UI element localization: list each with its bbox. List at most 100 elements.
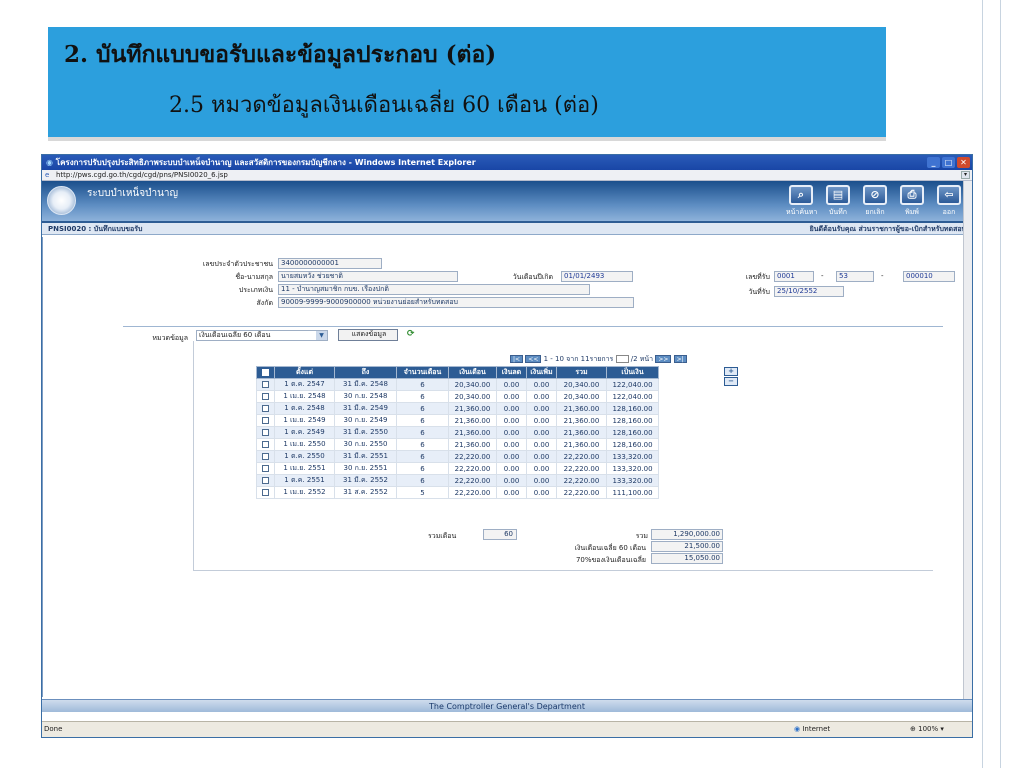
table-cell: 111,100.00 [606,486,659,499]
page-number-input[interactable] [615,355,629,363]
table-row[interactable]: 1 เม.ย. 2548 30 ก.ย. 2548 6 20,340.00 0.00 0.… [256,390,659,403]
address-bar[interactable]: e http://pws.cgd.go.th/cgd/cgd/pns/PNSI0… [42,170,972,181]
row-checkbox[interactable] [256,474,275,487]
table-row[interactable]: 1 ต.ค. 2547 31 มี.ค. 2548 6 20,340.00 0.00 0.… [256,378,659,391]
print-button[interactable]: ⎙ พิมพ์ [897,185,927,218]
row-checkbox[interactable] [256,390,275,403]
name-field[interactable]: นายสมหวัง ช่วยชาติ [278,271,458,282]
table-row[interactable]: 1 เม.ย. 2549 30 ก.ย. 2549 6 21,360.00 0.00 0.… [256,414,659,427]
table-row[interactable]: 1 เม.ย. 2551 30 ก.ย. 2551 6 22,220.00 0.00 0.… [256,462,659,475]
table-cell: 20,340.00 [448,378,497,391]
table-cell: 22,220.00 [556,462,607,475]
row-checkbox[interactable] [256,402,275,415]
table-cell: 1 เม.ย. 2551 [274,462,335,475]
row-checkbox[interactable] [256,426,275,439]
table-cell: 30 ก.ย. 2550 [334,438,397,451]
pension-type-field[interactable]: 11 - บำนาญสมาชิก กบข. เรื่องปกติ [278,284,590,295]
slide-subtitle: 2.5 หมวดข้อมูลเงินเดือนเฉลี่ย 60 เดือน (… [169,93,599,118]
search-page-button[interactable]: ⌕ หน้าค้นหา [786,185,817,218]
table-cell: 0.00 [526,474,557,487]
row-checkbox[interactable] [256,414,275,427]
receipt-no-part3[interactable]: 000010 [903,271,955,282]
table-cell: 0.00 [496,402,527,415]
table-cell: 6 [396,462,449,475]
affiliation-field[interactable]: 90009-9999-9000900000 หน่วยงานย่อยสำหรับ… [278,297,634,308]
maximize-button[interactable]: □ [942,157,955,168]
table-cell: 22,220.00 [448,462,497,475]
table-cell: 6 [396,426,449,439]
row-checkbox[interactable] [256,450,275,463]
last-page-button[interactable]: >| [673,355,687,363]
save-button[interactable]: ▤ บันทึก [823,185,853,218]
main-content: เลขประจำตัวประชาชน 3400000000001 ชื่อ-นา… [42,237,972,697]
table-cell: 21,360.00 [448,426,497,439]
prev-page-button[interactable]: << [525,355,542,363]
next-page-button[interactable]: >> [655,355,672,363]
table-cell: 20,340.00 [556,378,607,391]
table-cell: 1 ต.ค. 2551 [274,474,335,487]
table-cell: 0.00 [526,486,557,499]
page-icon: e [45,171,50,179]
table-cell: 1 เม.ย. 2548 [274,390,335,403]
ie-window: ◉ โครงการปรับปรุงประสิทธิภาพระบบบำเหน็จบ… [41,154,973,738]
row-checkbox[interactable] [256,462,275,475]
table-cell: 22,220.00 [556,450,607,463]
birthdate-field[interactable]: 01/01/2493 [561,271,633,282]
table-row[interactable]: 1 เม.ย. 2550 30 ก.ย. 2550 6 21,360.00 0.00 0.… [256,438,659,451]
exit-icon: ⇦ [937,185,961,205]
avg-salary-label: เงินเดือนเฉลี่ย 60 เดือน [574,544,646,552]
receipt-no-part2[interactable]: 53 [836,271,874,282]
table-cell: 1 ต.ค. 2547 [274,378,335,391]
refresh-icon[interactable]: ⟳ [407,329,415,339]
cancel-icon: ⊘ [863,185,887,205]
table-cell: 0.00 [496,462,527,475]
delete-row-icon[interactable]: − [724,377,738,386]
table-cell: 21,360.00 [448,402,497,415]
table-row[interactable]: 1 เม.ย. 2552 31 ส.ค. 2552 5 22,220.00 0.00 0.… [256,486,659,499]
vertical-scrollbar[interactable] [963,181,972,711]
slide: 2. บันทึกแบบขอรับและข้อมูลประกอบ (ต่อ) 2… [0,0,1024,768]
table-cell: 0.00 [526,426,557,439]
chevron-down-icon: ▾ [940,725,944,733]
table-cell: 6 [396,390,449,403]
first-page-button[interactable]: |< [510,355,524,363]
select-all-checkbox[interactable] [256,366,275,379]
table-row[interactable]: 1 ต.ค. 2549 31 มี.ค. 2550 6 21,360.00 0.00 0.… [256,426,659,439]
citizen-id-field[interactable]: 3400000000001 [278,258,382,269]
slide-border [1000,0,1001,768]
column-header: เป็นเงิน [606,366,659,379]
receipt-date-field[interactable]: 25/10/2552 [774,286,844,297]
total-label: รวม [635,532,648,540]
table-cell: 128,160.00 [606,426,659,439]
exit-button[interactable]: ⇦ ออก [934,185,964,218]
table-cell: 20,340.00 [448,390,497,403]
ie-icon: ◉ [46,158,56,167]
affiliation-label: สังกัด [256,299,273,307]
row-checkbox[interactable] [256,486,275,499]
receipt-no-label: เลขที่รับ [745,273,770,281]
category-select[interactable]: เงินเดือนเฉลี่ย 60 เดือน ▼ [196,330,328,341]
table-cell: 1 ต.ค. 2549 [274,426,335,439]
add-row-icon[interactable]: + [724,367,738,376]
table-cell: 6 [396,450,449,463]
show-data-button[interactable]: แสดงข้อมูล [338,329,398,341]
table-row[interactable]: 1 ต.ค. 2551 31 มี.ค. 2552 6 22,220.00 0.00 0.… [256,474,659,487]
logo [47,186,76,215]
close-button[interactable]: ✕ [957,157,970,168]
address-dropdown-icon[interactable]: ▾ [961,171,970,179]
app-header: ระบบบำเหน็จบำนาญ ⌕ หน้าค้นหา ▤ บันทึก ⊘ ยกเ… [42,181,972,221]
table-row[interactable]: 1 ต.ค. 2548 31 มี.ค. 2549 6 21,360.00 0.00 0.… [256,402,659,415]
toolbar-label: พิมพ์ [905,208,919,216]
row-checkbox[interactable] [256,438,275,451]
minimize-button[interactable]: _ [927,157,940,168]
zoom-control[interactable]: ⊕ 100% ▾ [910,722,944,737]
table-row[interactable]: 1 ต.ค. 2550 31 มี.ค. 2551 6 22,220.00 0.00 0.… [256,450,659,463]
receipt-no-part1[interactable]: 0001 [774,271,814,282]
cancel-button[interactable]: ⊘ ยกเลิก [860,185,890,218]
save-icon: ▤ [826,185,850,205]
table-cell: 1 เม.ย. 2552 [274,486,335,499]
table-cell: 6 [396,378,449,391]
row-checkbox[interactable] [256,378,275,391]
chevron-down-icon: ▼ [316,331,327,340]
table-cell: 0.00 [496,486,527,499]
